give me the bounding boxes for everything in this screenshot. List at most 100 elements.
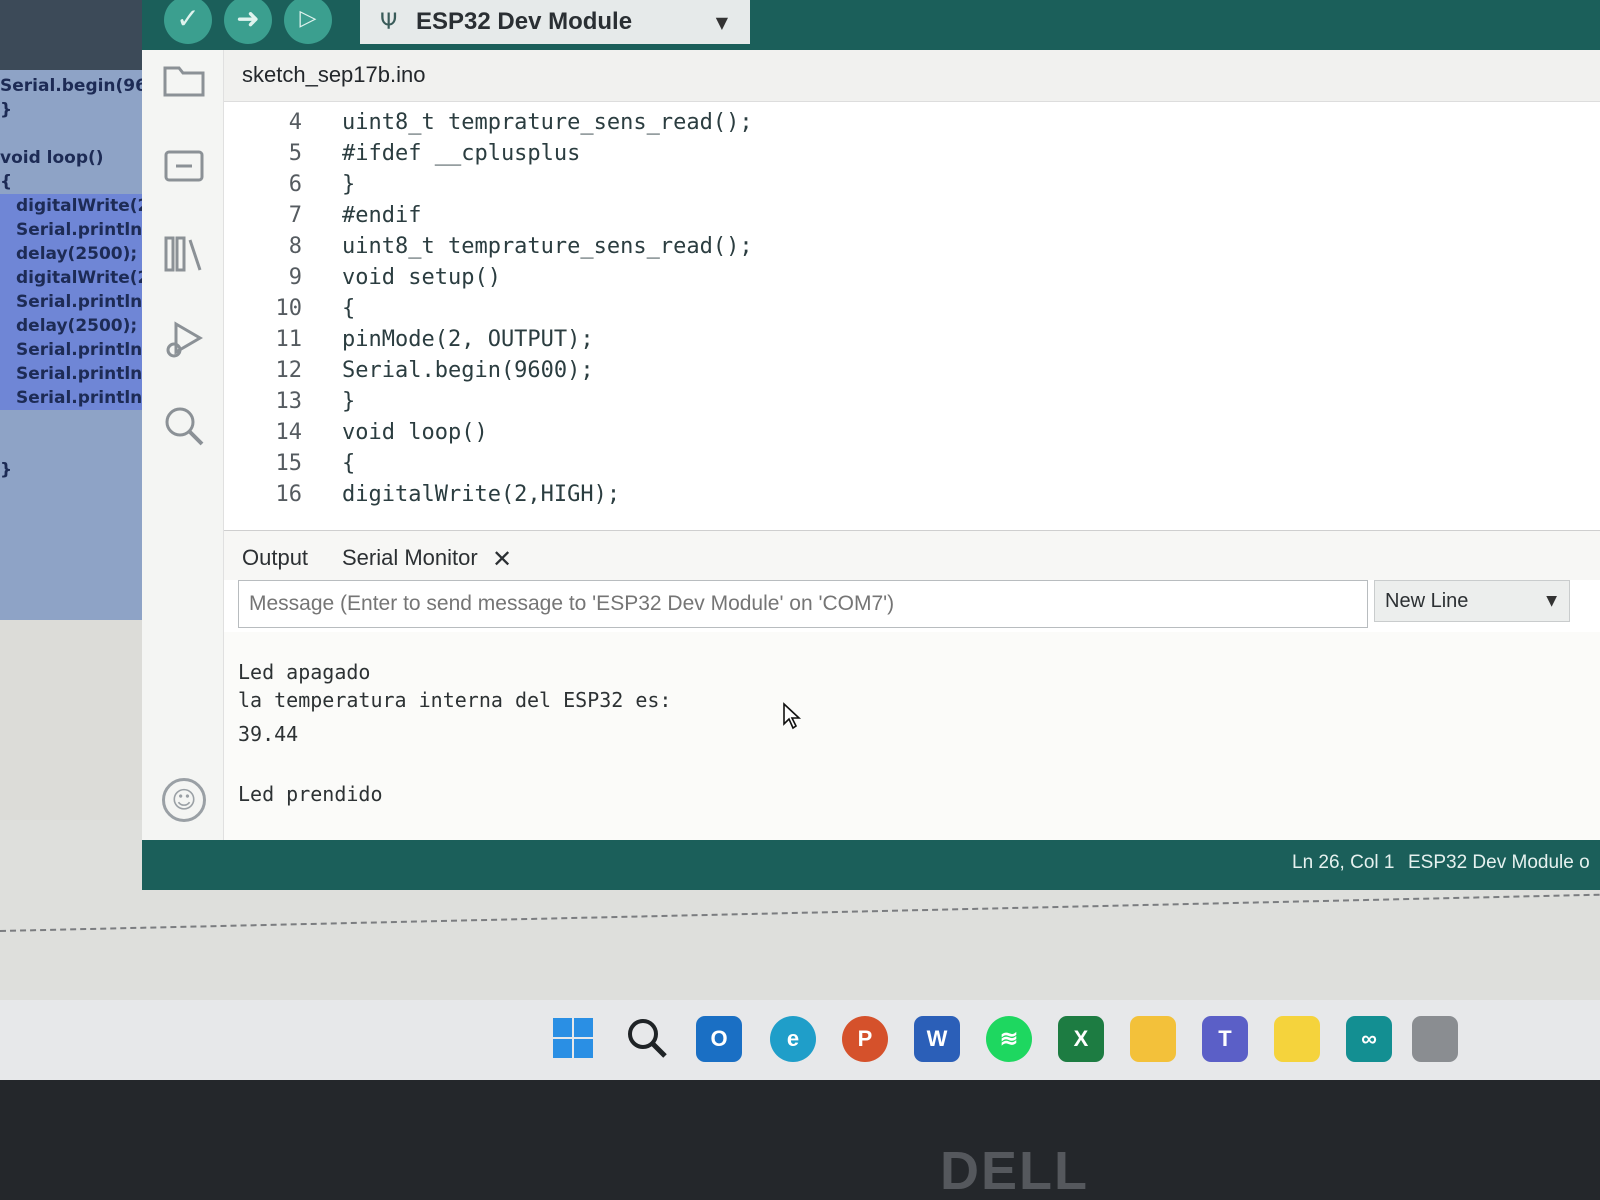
search-icon[interactable]: [160, 404, 208, 452]
code-text: }: [342, 172, 356, 197]
line-ending-label: New Line: [1385, 589, 1469, 612]
bg-code-line: }: [0, 460, 13, 480]
file-tab[interactable]: sketch_sep17b.ino: [224, 50, 1600, 102]
bg-code-line: Serial.println(": [0, 218, 150, 242]
bg-code-line: }: [0, 100, 13, 120]
laptop-bezel: [0, 1080, 1600, 1200]
code-text: {: [342, 451, 356, 476]
code-line: 12 Serial.begin(9600);: [224, 358, 1600, 389]
sidebar: ☺: [142, 50, 224, 840]
bg-code-line: delay(2500);: [0, 314, 150, 338]
status-bar: Ln 26, Col 1 ESP32 Dev Module o: [142, 840, 1600, 890]
status-board[interactable]: ESP32 Dev Module o: [1408, 852, 1590, 874]
code-line: 9 void setup(): [224, 265, 1600, 296]
background-code-lines: Serial.begin(9600 } void loop() { digita…: [0, 70, 150, 482]
bg-code-line: digitalWrite(2,: [0, 266, 150, 290]
search-icon[interactable]: [624, 1016, 670, 1062]
line-number: 14: [275, 420, 303, 445]
mouse-cursor-icon: [782, 702, 802, 737]
debug-icon[interactable]: [160, 318, 208, 366]
background-editor-window: Serial.begin(9600 } void loop() { digita…: [0, 70, 150, 620]
line-number: 8: [288, 234, 302, 259]
toolbar: ✓ ➜ ▷ Ψ ESP32 Dev Module ▼: [142, 0, 1600, 50]
bg-code-line: [0, 122, 150, 146]
bg-code-line: Serial.begin(9600: [0, 76, 150, 96]
line-number: 4: [288, 110, 302, 135]
user-icon[interactable]: ☺: [162, 778, 206, 822]
bg-code-line: Serial.println(": [0, 290, 150, 314]
usb-icon: Ψ: [380, 9, 398, 35]
line-number: 10: [275, 296, 303, 321]
line-number: 5: [288, 141, 302, 166]
edge-icon[interactable]: e: [770, 1016, 816, 1062]
close-icon[interactable]: ✕: [492, 545, 512, 574]
sticky-notes-icon[interactable]: [1274, 1016, 1320, 1062]
serial-line: 39.44: [238, 722, 299, 746]
bg-code-line: digitalWrite(2,: [0, 194, 150, 218]
background-desktop: [0, 0, 150, 70]
cursor-position[interactable]: Ln 26, Col 1: [1292, 852, 1394, 874]
file-explorer-icon[interactable]: [1130, 1016, 1176, 1062]
code-text: void setup(): [342, 265, 501, 290]
code-line: 8 uint8_t temprature_sens_read();: [224, 234, 1600, 265]
teams-icon[interactable]: T: [1202, 1016, 1248, 1062]
code-text: #endif: [342, 203, 422, 228]
upload-button[interactable]: ➜: [224, 0, 272, 44]
arduino-icon[interactable]: ∞: [1346, 1016, 1392, 1062]
code-line: 11 pinMode(2, OUTPUT);: [224, 327, 1600, 358]
misc-app-icon[interactable]: [1412, 1016, 1458, 1062]
outlook-icon[interactable]: O: [696, 1016, 742, 1062]
code-editor[interactable]: 4 uint8_t temprature_sens_read(); 5 #ifdef…: [224, 102, 1600, 530]
bg-code-line: Serial.println((: [0, 362, 150, 386]
bg-code-line: Serial.println(": [0, 338, 150, 362]
powerpoint-icon[interactable]: P: [842, 1016, 888, 1062]
code-text: uint8_t temprature_sens_read();: [342, 234, 753, 259]
spotify-icon[interactable]: ≋: [986, 1016, 1032, 1062]
tab-output[interactable]: Output: [242, 545, 308, 571]
board-name: ESP32 Dev Module: [416, 8, 633, 35]
arduino-ide-window: ✓ ➜ ▷ Ψ ESP32 Dev Module ▼ ☺ sketch_sep1…: [142, 0, 1600, 890]
verify-button[interactable]: ✓: [164, 0, 212, 44]
code-text: #ifdef __cplusplus: [342, 141, 581, 166]
serial-message-input[interactable]: [238, 580, 1368, 628]
code-line: 7 #endif: [224, 203, 1600, 234]
chevron-down-icon: ▼: [715, 12, 728, 32]
line-number: 7: [288, 203, 302, 228]
folder-icon[interactable]: [160, 60, 208, 108]
code-line: 6}: [224, 172, 1600, 203]
code-text: }: [342, 389, 356, 414]
line-number: 13: [275, 389, 303, 414]
line-number: 15: [275, 451, 303, 476]
serial-line: la temperatura interna del ESP32 es:: [238, 688, 672, 712]
tab-serial-monitor[interactable]: Serial Monitor: [342, 545, 478, 571]
code-line: 10 {: [224, 296, 1600, 327]
line-number: 11: [275, 327, 303, 352]
code-text: Serial.begin(9600);: [342, 358, 594, 383]
code-line: 13}: [224, 389, 1600, 420]
library-icon[interactable]: [160, 232, 208, 280]
bg-code-line: void loop(): [0, 148, 104, 168]
code-text: void loop(): [342, 420, 488, 445]
board-selector[interactable]: Ψ ESP32 Dev Module ▼: [360, 0, 750, 44]
board-manager-icon[interactable]: [160, 146, 208, 194]
code-line: 14 void loop(): [224, 420, 1600, 451]
bg-code-line: [0, 410, 150, 434]
code-line: 5 #ifdef __cplusplus: [224, 141, 1600, 172]
windows-start-icon[interactable]: [550, 1016, 596, 1062]
code-line: 4 uint8_t temprature_sens_read();: [224, 110, 1600, 141]
excel-icon[interactable]: X: [1058, 1016, 1104, 1062]
word-icon[interactable]: W: [914, 1016, 960, 1062]
line-number: 16: [275, 482, 303, 507]
check-icon: ✓: [176, 2, 200, 35]
code-text: pinMode(2, OUTPUT);: [342, 327, 594, 352]
code-text: digitalWrite(2,HIGH);: [342, 482, 621, 507]
arrow-right-icon: ➜: [236, 2, 260, 35]
serial-line: Led prendido: [238, 782, 383, 806]
code-line: 15 {: [224, 451, 1600, 482]
background-window-lower: [0, 620, 150, 820]
debug-icon: ▷: [299, 6, 317, 31]
line-ending-select[interactable]: New Line ▼: [1374, 580, 1570, 622]
debug-button[interactable]: ▷: [284, 0, 332, 44]
line-number: 6: [288, 172, 302, 197]
file-tab-label: sketch_sep17b.ino: [242, 62, 426, 87]
